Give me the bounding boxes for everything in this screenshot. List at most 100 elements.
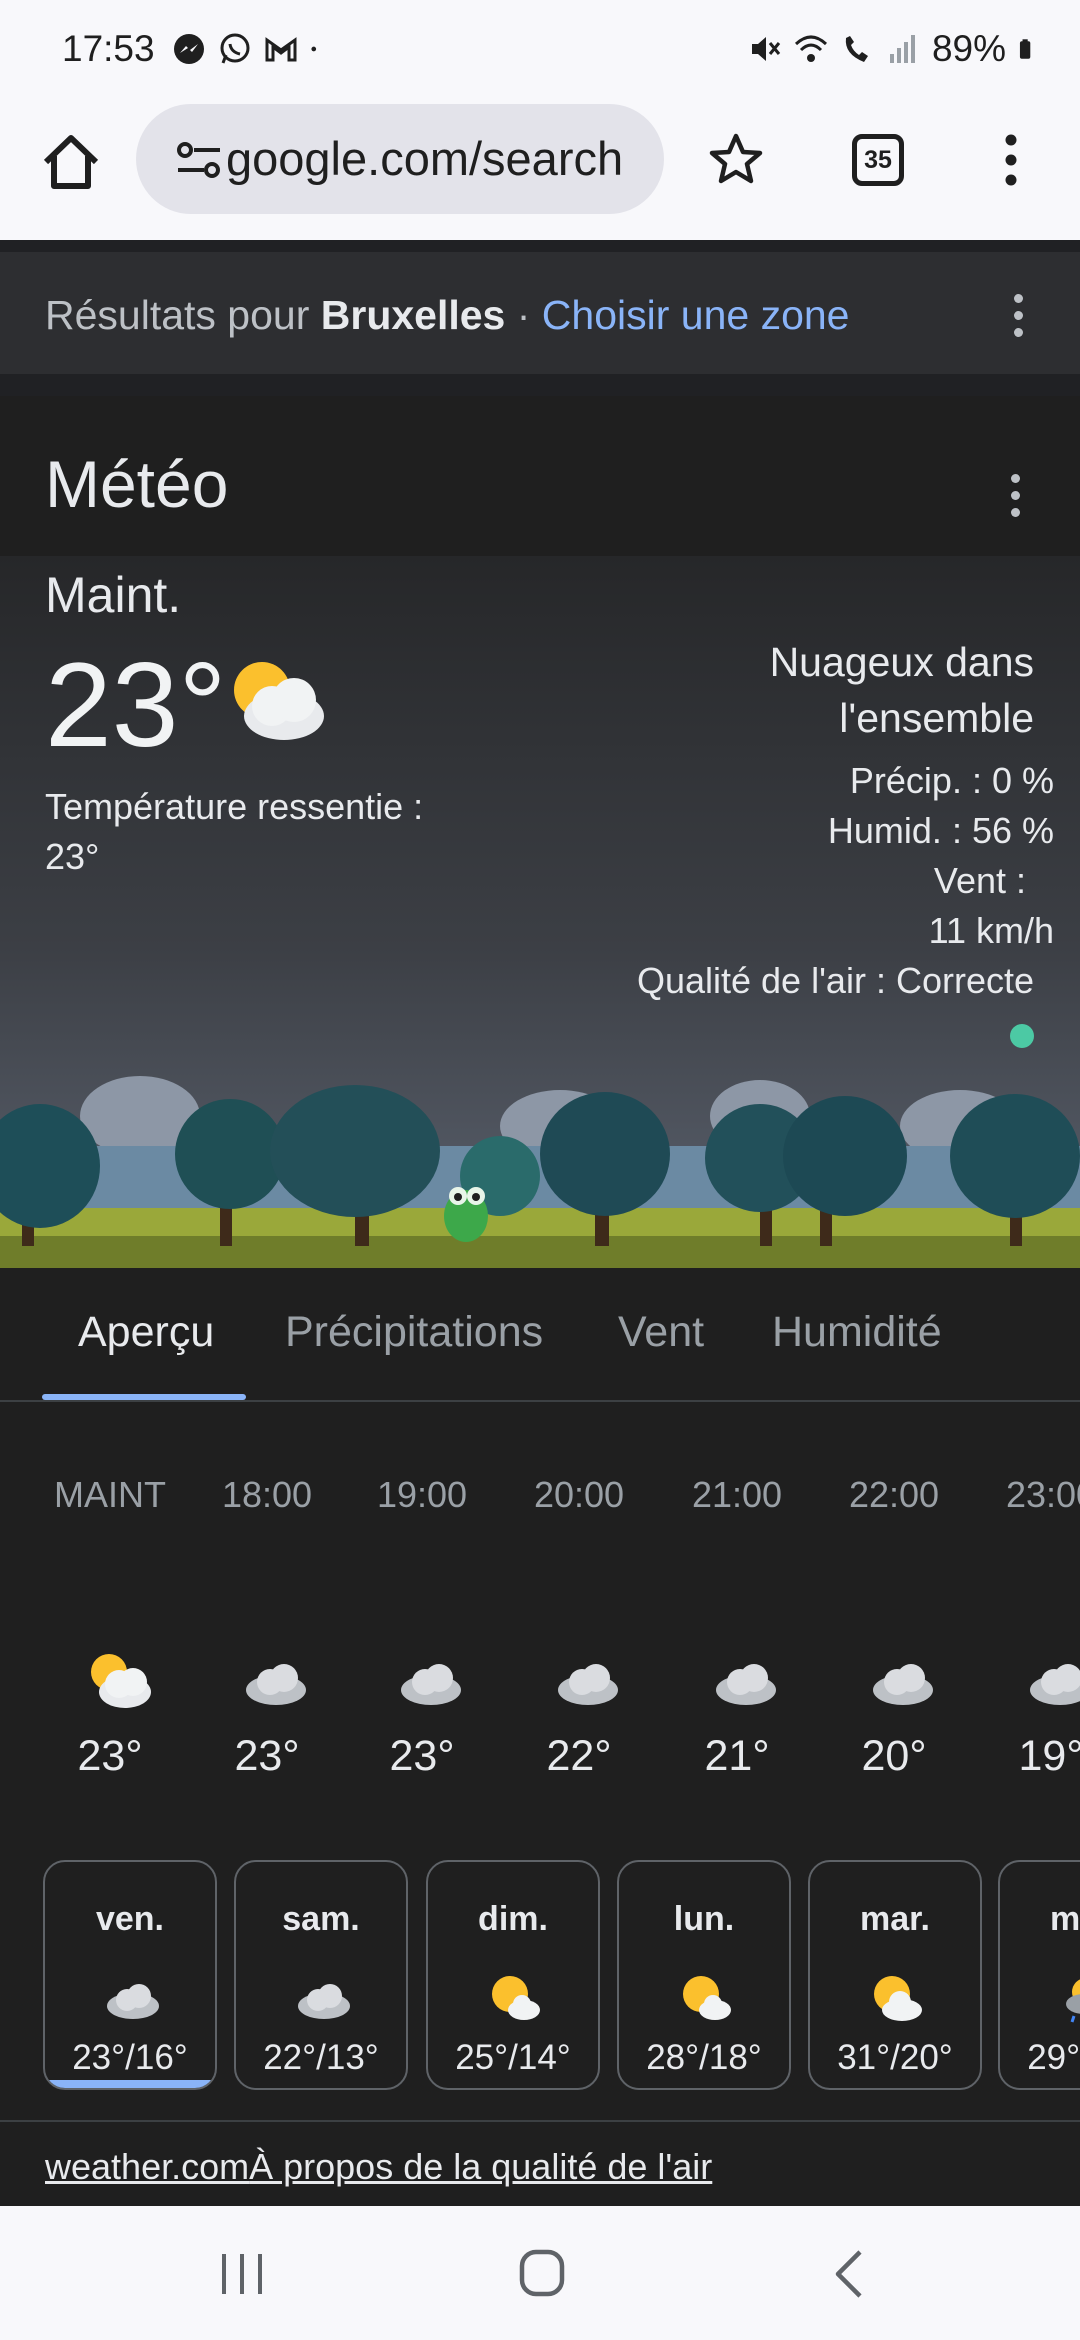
feels-like: Température ressentie : 23° (45, 786, 424, 877)
precip-stat: Précip. : 0 % (849, 760, 1054, 801)
day-name: lun. (673, 1900, 735, 1938)
home-nav-icon[interactable] (514, 2248, 574, 2300)
current-temperature: 23° (45, 638, 227, 772)
air-quality-info-link[interactable]: À propos de la qualité de l'air (249, 2146, 712, 2187)
cloud-icon (1030, 1664, 1080, 1705)
daily-forecast: ven. 23°/16° sam. 22°/13° dim. 25°/14° l… (0, 1842, 1080, 2122)
sun-cloud-icon (492, 1976, 540, 2020)
condition-text: Nuageux dans l'ensemble (769, 639, 1034, 741)
hour-label: 20:00 (533, 1474, 625, 1515)
cloud-icon (558, 1664, 618, 1705)
day-card[interactable]: sam. 22°/13° (234, 1860, 408, 2090)
wind-value: 11 km/h (928, 910, 1054, 951)
weather-more-icon[interactable] (1007, 474, 1023, 524)
day-card[interactable]: mer. 29°/19° (998, 1860, 1080, 2090)
location-separator: · (505, 292, 542, 338)
cloud-icon (298, 1984, 350, 2019)
system-nav-bar (0, 2206, 1080, 2340)
day-temps: 28°/18° (646, 2038, 762, 2077)
hour-temp: 23° (234, 1732, 300, 1780)
weather-footer: weather.comÀ propos de la qualité de l'a… (0, 2122, 1080, 2206)
site-settings-icon[interactable] (176, 140, 222, 180)
recent-apps-icon[interactable] (212, 2248, 272, 2300)
sun-rain-icon (1066, 1979, 1080, 2023)
location-prefix: Résultats pour (45, 292, 321, 338)
mute-icon (751, 37, 781, 61)
battery-icon (1019, 39, 1031, 59)
cloud-icon (107, 1984, 159, 2019)
tab-overview[interactable]: Aperçu (78, 1308, 214, 1357)
wifi-icon (794, 35, 827, 62)
partly-cloudy-icon (91, 1654, 151, 1708)
weather-scene-illustration (0, 1076, 1080, 1268)
day-name: sam. (282, 1900, 360, 1938)
day-temps: 31°/20° (837, 2038, 953, 2077)
whatsapp-icon (220, 33, 250, 64)
dot-icon (311, 46, 317, 52)
sun-cloud-icon (874, 1976, 922, 2021)
back-icon[interactable] (820, 2248, 880, 2300)
hour-label: 19:00 (376, 1474, 468, 1515)
footer-links: weather.comÀ propos de la qualité de l'a… (45, 2146, 712, 2188)
location-bar: Résultats pour Bruxelles · Choisir une z… (0, 252, 1080, 374)
status-time: 17:53 (62, 28, 155, 69)
day-card[interactable]: lun. 28°/18° (617, 1860, 791, 2090)
tab-wind[interactable]: Vent (618, 1308, 704, 1357)
more-menu-icon[interactable] (996, 130, 1026, 190)
status-bar: 17:53 89% (0, 0, 1080, 100)
hour-temp: 21° (704, 1732, 770, 1780)
weather-title: Météo (45, 447, 229, 521)
battery-percent: 89% (931, 28, 1006, 69)
browser-toolbar: google.com/search 35 (0, 100, 1080, 240)
day-temps: 25°/14° (455, 2038, 571, 2077)
active-tab-indicator (42, 1394, 246, 1400)
selected-day-indicator (45, 2080, 215, 2088)
wifi-calling-icon (845, 36, 868, 62)
hour-label: 18:00 (221, 1474, 313, 1515)
hour-temp: 23° (389, 1732, 455, 1780)
wind-label: Vent : (933, 860, 1026, 901)
hour-temp: 23° (77, 1732, 143, 1780)
cloud-icon (401, 1664, 461, 1705)
tab-humidity[interactable]: Humidité (772, 1308, 942, 1357)
day-card[interactable]: mar. 31°/20° (808, 1860, 982, 2090)
system-status: 89% (748, 28, 1040, 70)
day-temps: 23°/16° (72, 2038, 188, 2077)
day-name: mer. (1050, 1900, 1080, 1938)
day-card[interactable]: dim. 25°/14° (426, 1860, 600, 2090)
hour-temp: 20° (861, 1732, 927, 1780)
hour-label: MAINT (54, 1474, 166, 1515)
weather-header: Météo (0, 396, 1080, 556)
day-temps: 22°/13° (263, 2038, 379, 2077)
weather-com-link[interactable]: weather.com (45, 2146, 249, 2187)
notification-icons (172, 32, 326, 66)
cloud-icon (246, 1664, 306, 1705)
gmail-icon (265, 37, 297, 62)
url-text[interactable]: google.com/search (226, 131, 644, 186)
location-city: Bruxelles (320, 292, 506, 338)
hour-label: 23:00 (1005, 1474, 1080, 1515)
location-more-icon[interactable] (1010, 294, 1026, 344)
weather-current: Maint. 23° Température ressentie : 23° N… (0, 556, 1080, 1268)
messenger-icon (174, 34, 204, 64)
choose-zone-link[interactable]: Choisir une zone (542, 292, 850, 338)
partly-cloudy-icon (234, 662, 324, 740)
home-icon[interactable] (36, 128, 106, 198)
weather-tabs: Aperçu Précipitations Vent Humidité (0, 1268, 1080, 1402)
cloud-icon (716, 1664, 776, 1705)
day-name: mar. (860, 1900, 930, 1938)
weather-stats: Précip. : 0 % Humid. : 56 % Vent : 11 km… (574, 756, 1054, 1006)
address-bar[interactable]: google.com/search (136, 104, 664, 214)
air-quality-stat: Qualité de l'air : Correcte (636, 960, 1034, 1001)
hour-label: 21:00 (691, 1474, 783, 1515)
signal-icon (889, 35, 915, 63)
cloud-icon (873, 1664, 933, 1705)
humidity-stat: Humid. : 56 % (827, 810, 1054, 851)
bookmark-star-icon[interactable] (706, 130, 766, 190)
tab-switcher-button[interactable]: 35 (852, 134, 904, 186)
day-name: dim. (478, 1900, 548, 1938)
day-card-selected[interactable]: ven. 23°/16° (43, 1860, 217, 2090)
day-name: ven. (95, 1900, 165, 1938)
tab-precipitation[interactable]: Précipitations (285, 1308, 543, 1357)
hour-temp: 22° (546, 1732, 612, 1780)
